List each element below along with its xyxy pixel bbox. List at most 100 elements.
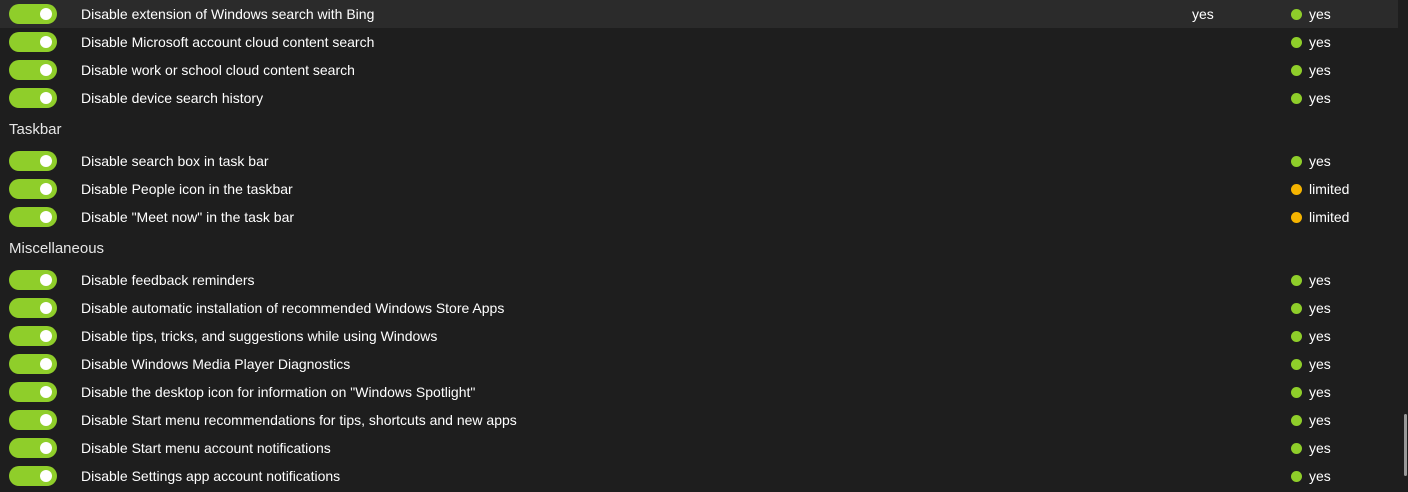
setting-row[interactable]: Disable People icon in the taskbar limite… (0, 175, 1398, 203)
status-text: yes (1309, 90, 1331, 106)
status-text: yes (1309, 62, 1331, 78)
setting-label: Disable Settings app account notificatio… (81, 468, 341, 484)
status-dot-icon (1291, 8, 1302, 20)
toggle-knob (40, 414, 52, 426)
toggle-knob (40, 330, 52, 342)
vertical-scrollbar[interactable] (1402, 0, 1408, 492)
toggle-knob (40, 470, 52, 482)
settings-group: Taskbar Disable search box in task bar yes… (0, 112, 1408, 231)
scrollbar-thumb[interactable] (1404, 414, 1407, 476)
toggle-knob (40, 442, 52, 454)
setting-row[interactable]: Disable Start menu account notifications… (0, 434, 1398, 462)
toggle-knob (40, 358, 52, 370)
toggle-switch[interactable] (9, 326, 57, 346)
toggle-switch[interactable] (9, 151, 57, 171)
setting-row[interactable]: Disable extension of Windows search with… (0, 0, 1398, 28)
status-indicator: yes (1291, 266, 1331, 294)
toggle-switch[interactable] (9, 354, 57, 374)
toggle-switch[interactable] (9, 32, 57, 52)
status-text: limited (1309, 181, 1350, 197)
section-header: Miscellaneous (9, 240, 105, 257)
status-indicator: yes (1291, 84, 1331, 112)
toggle-switch[interactable] (9, 207, 57, 227)
toggle-knob (40, 64, 52, 76)
setting-row[interactable]: Disable work or school cloud content sea… (0, 56, 1398, 84)
setting-label: Disable search box in task bar (81, 153, 269, 169)
status-indicator: yes (1291, 56, 1331, 84)
setting-label: Disable Microsoft account cloud content … (81, 34, 375, 50)
status-dot-icon (1291, 414, 1302, 426)
setting-label: Disable People icon in the taskbar (81, 181, 293, 197)
status-text: yes (1309, 440, 1331, 456)
toggle-knob (40, 92, 52, 104)
setting-label: Disable device search history (81, 90, 264, 106)
setting-label: Disable work or school cloud content sea… (81, 62, 355, 78)
setting-row[interactable]: Disable "Meet now" in the task bar limite… (0, 203, 1398, 231)
toggle-knob (40, 183, 52, 195)
settings-group: Miscellaneous Disable feedback reminders y… (0, 231, 1408, 490)
toggle-switch[interactable] (9, 410, 57, 430)
status-text: yes (1309, 6, 1331, 22)
toggle-knob (40, 386, 52, 398)
status-indicator: limited (1291, 175, 1349, 203)
status-dot-icon (1291, 330, 1302, 342)
setting-row[interactable]: Disable tips, tricks, and suggestions wh… (0, 322, 1398, 350)
toggle-knob (40, 155, 52, 167)
setting-label: Disable feedback reminders (81, 272, 255, 288)
setting-label: Disable "Meet now" in the task bar (81, 209, 295, 225)
status-dot-icon (1291, 36, 1302, 48)
setting-row[interactable]: Disable Start menu recommendations for t… (0, 406, 1398, 434)
status-dot-icon (1291, 386, 1302, 398)
setting-label: Disable extension of Windows search with… (81, 6, 375, 22)
status-indicator: yes (1291, 322, 1331, 350)
toggle-switch[interactable] (9, 466, 57, 486)
toggle-switch[interactable] (9, 298, 57, 318)
status-dot-icon (1291, 442, 1302, 454)
status-indicator: yes (1291, 406, 1331, 434)
status-text: yes (1309, 300, 1331, 316)
status-indicator: yes (1291, 378, 1331, 406)
setting-label: Disable Start menu recommendations for t… (81, 412, 517, 428)
status-indicator: yes (1291, 28, 1331, 56)
toggle-switch[interactable] (9, 60, 57, 80)
toggle-knob (40, 36, 52, 48)
toggle-switch[interactable] (9, 438, 57, 458)
status-indicator: yes (1291, 462, 1331, 490)
status-text: yes (1309, 328, 1331, 344)
status-indicator: yes (1291, 0, 1331, 28)
setting-label: Disable tips, tricks, and suggestions wh… (81, 328, 438, 344)
setting-row[interactable]: Disable Windows Media Player Diagnostics… (0, 350, 1398, 378)
toggle-switch[interactable] (9, 4, 57, 24)
setting-row[interactable]: Disable feedback reminders yes (0, 266, 1398, 294)
status-dot-icon (1291, 274, 1302, 286)
setting-row[interactable]: Disable automatic installation of recomm… (0, 294, 1398, 322)
toggle-switch[interactable] (9, 179, 57, 199)
setting-label: Disable Start menu account notifications (81, 440, 331, 456)
status-text: yes (1309, 384, 1331, 400)
toggle-knob (40, 211, 52, 223)
status-dot-icon (1291, 302, 1302, 314)
status-dot-icon (1291, 470, 1302, 482)
toggle-switch[interactable] (9, 382, 57, 402)
setting-row[interactable]: Disable device search history yes (0, 84, 1398, 112)
setting-label: Disable the desktop icon for information… (81, 384, 476, 400)
setting-row[interactable]: Disable search box in task bar yes (0, 147, 1398, 175)
status-text: yes (1309, 272, 1331, 288)
status-text: yes (1309, 34, 1331, 50)
setting-row[interactable]: Disable Settings app account notificatio… (0, 462, 1398, 490)
toggle-knob (40, 274, 52, 286)
status-text: limited (1309, 209, 1350, 225)
toggle-switch[interactable] (9, 270, 57, 290)
setting-label: Disable automatic installation of recomm… (81, 300, 505, 316)
status-dot-icon (1291, 92, 1302, 104)
toggle-switch[interactable] (9, 88, 57, 108)
status-indicator: yes (1291, 147, 1331, 175)
settings-list: Disable extension of Windows search with… (0, 0, 1408, 492)
status-indicator: yes (1291, 434, 1331, 462)
status-dot-icon (1291, 358, 1302, 370)
settings-groups: Disable extension of Windows search with… (0, 0, 1408, 490)
setting-row[interactable]: Disable the desktop icon for information… (0, 378, 1398, 406)
setting-row[interactable]: Disable Microsoft account cloud content … (0, 28, 1398, 56)
toggle-knob (40, 8, 52, 20)
status-indicator: yes (1291, 294, 1331, 322)
